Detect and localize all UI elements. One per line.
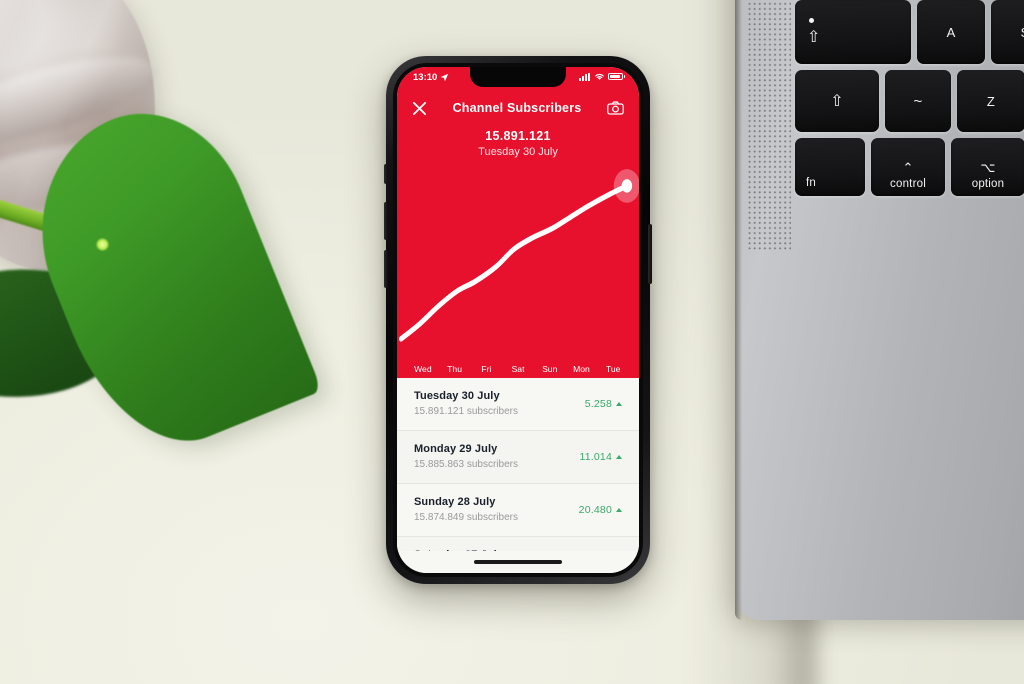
row-subscribers: 15.885.863 subscribers bbox=[414, 459, 518, 470]
z-key-label: Z bbox=[986, 93, 996, 109]
location-arrow-icon bbox=[441, 73, 449, 82]
row-subscribers: 15.891.121 subscribers bbox=[414, 406, 518, 417]
fn-key-label: fn bbox=[806, 177, 816, 189]
row-day-label: Tuesday 30 July bbox=[414, 390, 500, 402]
a-key[interactable]: A bbox=[917, 0, 985, 64]
shift-key-label: ⇧ bbox=[830, 93, 844, 110]
table-row[interactable]: Sunday 28 July 15.874.849 subscribers 20… bbox=[397, 484, 639, 537]
s-key-label: S bbox=[1021, 25, 1024, 40]
volume-down-button[interactable] bbox=[384, 250, 388, 288]
s-key[interactable]: S bbox=[991, 0, 1024, 64]
trend-up-icon bbox=[616, 401, 622, 406]
status-bar-right bbox=[579, 72, 625, 81]
x-tick-sun: Sun bbox=[542, 364, 558, 374]
phone-screen: 13:10 Channel Subscribers 15.891.121 Tue… bbox=[397, 67, 639, 573]
row-right: 5.258 bbox=[585, 398, 622, 410]
x-tick-fri: Fri bbox=[481, 364, 492, 374]
option-key[interactable]: ⌥ option bbox=[951, 138, 1024, 196]
home-indicator[interactable] bbox=[474, 560, 562, 564]
x-tick-wed: Wed bbox=[414, 364, 432, 374]
leaf-highlight-spot bbox=[96, 238, 109, 251]
summary-date: Tuesday 30 July bbox=[478, 146, 558, 158]
nav-bar: Channel Subscribers bbox=[397, 92, 639, 124]
status-bar-left: 13:10 bbox=[413, 72, 449, 83]
tilde-key-label: ~ bbox=[913, 92, 923, 110]
a-key-label: A bbox=[946, 24, 956, 40]
shift-key[interactable]: ⇧ bbox=[795, 70, 879, 132]
power-button[interactable] bbox=[648, 224, 652, 284]
summary-value: 15.891.121 bbox=[485, 129, 551, 143]
z-key[interactable]: Z bbox=[957, 70, 1024, 132]
table-row[interactable]: Monday 29 July 15.885.863 subscribers 11… bbox=[397, 431, 639, 484]
chart-marker[interactable] bbox=[397, 158, 639, 378]
volume-up-button[interactable] bbox=[384, 202, 388, 240]
tilde-key[interactable]: ~ bbox=[885, 70, 951, 132]
close-icon[interactable] bbox=[412, 101, 427, 116]
chart-marker-dot bbox=[621, 179, 633, 193]
row-right: 20.480 bbox=[579, 504, 622, 516]
page-title: Channel Subscribers bbox=[452, 101, 582, 115]
row-day-label: Monday 29 July bbox=[414, 443, 498, 455]
cellular-signal-icon bbox=[579, 72, 591, 81]
row-subscribers: 15.874.849 subscribers bbox=[414, 512, 518, 523]
row-day-label: Sunday 28 July bbox=[414, 496, 496, 508]
row-left: Sunday 28 July 15.874.849 subscribers bbox=[414, 496, 518, 523]
camera-icon[interactable] bbox=[607, 101, 624, 115]
x-tick-mon: Mon bbox=[573, 364, 590, 374]
row-delta-value: 20.480 bbox=[578, 503, 612, 516]
x-tick-sat: Sat bbox=[511, 364, 525, 374]
chart-x-axis-labels: Wed Thu Fri Sat Sun Mon Tue bbox=[397, 364, 639, 374]
trend-up-icon bbox=[616, 507, 622, 512]
option-key-label: option bbox=[971, 178, 1005, 190]
row-delta-value: 11.014 bbox=[579, 450, 612, 463]
row-left: Tuesday 30 July 15.891.121 subscribers bbox=[414, 390, 518, 417]
wifi-icon bbox=[594, 73, 604, 80]
mute-switch[interactable] bbox=[384, 164, 388, 184]
fn-key[interactable]: fn bbox=[795, 138, 865, 196]
daily-subscribers-list[interactable]: Tuesday 30 July 15.891.121 subscribers 5… bbox=[397, 378, 639, 551]
table-row[interactable]: Saturday 27 July 15.854.369 subscribers … bbox=[397, 537, 639, 551]
control-key-label: control bbox=[890, 178, 926, 190]
control-caret-glyph-icon: ⌃ bbox=[902, 160, 914, 175]
option-glyph-icon: ⌥ bbox=[980, 160, 996, 175]
laptop-body: →| Q W E ⇧ A S D ⇧ ~ bbox=[735, 0, 1024, 620]
phone-bezel: 13:10 Channel Subscribers 15.891.121 Tue… bbox=[393, 63, 643, 577]
x-tick-thu: Thu bbox=[447, 364, 462, 374]
caps-lock-key[interactable]: ⇧ bbox=[795, 0, 911, 64]
row-left: Monday 29 July 15.885.863 subscribers bbox=[414, 443, 518, 470]
line-chart[interactable]: Wed Thu Fri Sat Sun Mon Tue bbox=[397, 158, 639, 378]
laptop-keyboard: →| Q W E ⇧ A S D ⇧ ~ bbox=[795, 0, 1024, 198]
table-row[interactable]: Tuesday 30 July 15.891.121 subscribers 5… bbox=[397, 378, 639, 431]
battery-icon bbox=[608, 72, 625, 81]
home-indicator-area bbox=[397, 551, 639, 573]
speaker-grille bbox=[747, 0, 791, 252]
caps-lock-key-label: ⇧ bbox=[807, 28, 821, 46]
laptop-left-edge bbox=[735, 0, 742, 620]
status-time: 13:10 bbox=[413, 72, 438, 83]
row-delta-value: 5.258 bbox=[584, 397, 612, 410]
notch bbox=[470, 67, 566, 87]
status-bar: 13:10 bbox=[397, 67, 639, 92]
trend-up-icon bbox=[616, 454, 622, 459]
row-right: 11.014 bbox=[579, 451, 622, 463]
chart-panel: Channel Subscribers 15.891.121 Tuesday 3… bbox=[397, 92, 639, 378]
summary-block: 15.891.121 Tuesday 30 July bbox=[397, 124, 639, 158]
control-key[interactable]: ⌃ control bbox=[871, 138, 945, 196]
x-tick-tue: Tue bbox=[605, 364, 621, 374]
caps-lock-indicator bbox=[809, 17, 814, 23]
smartphone: 13:10 Channel Subscribers 15.891.121 Tue… bbox=[384, 56, 652, 584]
